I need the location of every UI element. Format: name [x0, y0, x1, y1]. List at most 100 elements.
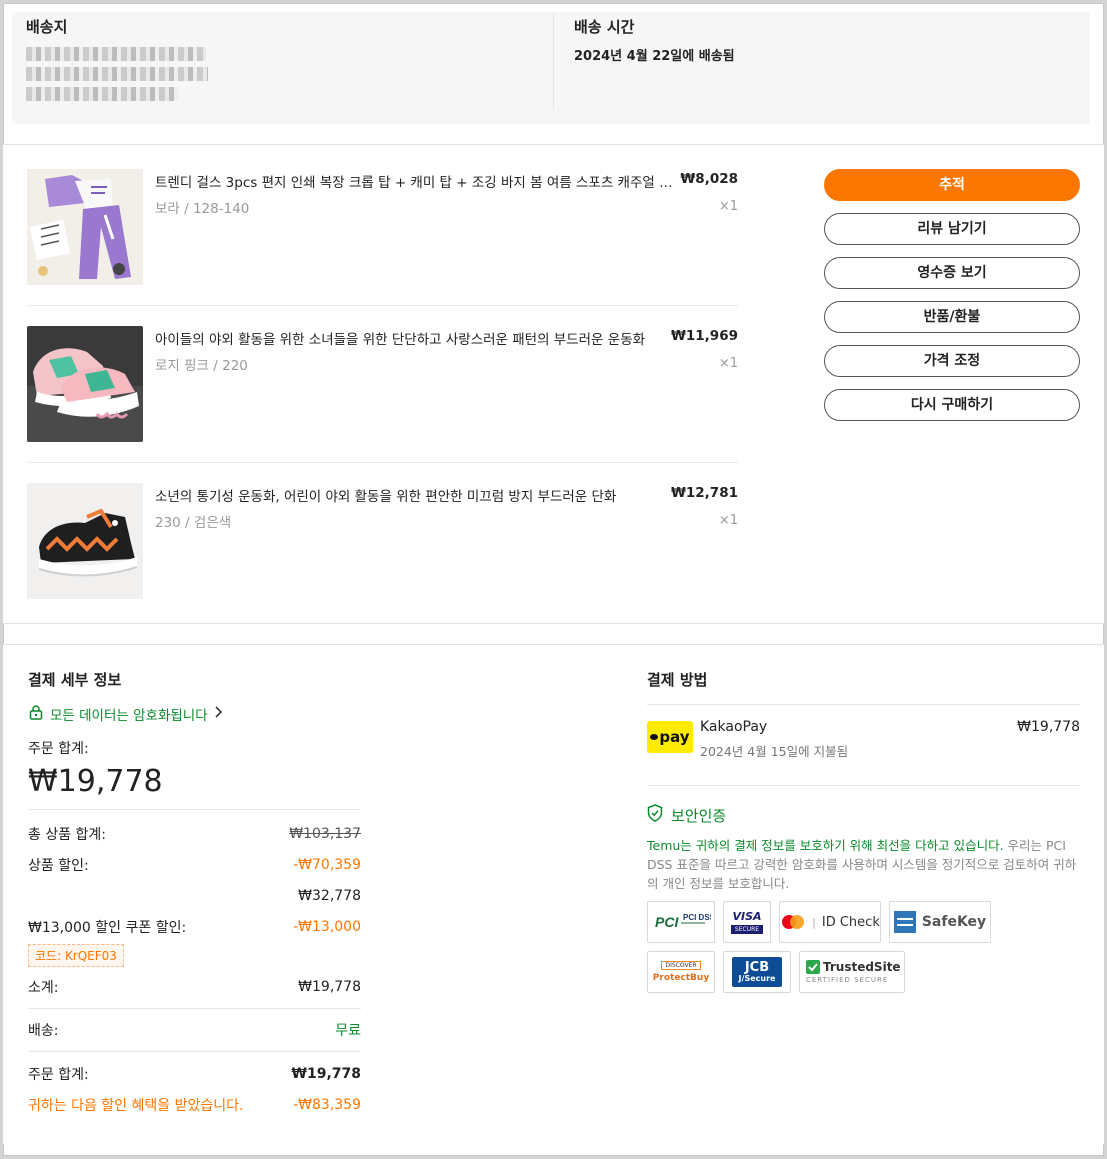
discover-protectbuy-logo: DISCOVER ProtectBuy: [647, 951, 715, 993]
visa-secure-logo: VISA SECURE: [723, 901, 771, 943]
coupon-label: ₩13,000 할인 쿠폰 할인:: [28, 919, 187, 936]
payment-section: 결제 세부 정보 모든 데이터는 암호화됩니다 주문 합계: ₩19,778 총…: [3, 644, 1104, 1144]
payment-method-name: KakaoPay: [700, 719, 768, 735]
payment-details: 결제 세부 정보 모든 데이터는 암호화됩니다 주문 합계: ₩19,778 총…: [28, 669, 361, 1120]
address-line-redacted: [26, 87, 178, 101]
discount-label: 상품 할인:: [28, 857, 89, 874]
savings-value: -₩83,359: [293, 1096, 361, 1113]
trustedsite-logo: TrustedSite CERTIFIED SECURE: [799, 951, 905, 993]
svg-text:PCI: PCI: [655, 914, 679, 930]
item-variant: 보라 / 128-140: [155, 201, 250, 217]
jcb-text: JCB: [744, 960, 770, 975]
final-total-value: ₩19,778: [291, 1065, 361, 1082]
items-total-value: ₩103,137: [289, 825, 361, 842]
pci-dss-logo: PCI PCI DSS: [647, 901, 715, 943]
order-total-amount: ₩19,778: [28, 764, 163, 799]
purple-outfit-image[interactable]: [27, 169, 143, 285]
divider: [553, 12, 554, 110]
shipping-time: 배송 시간 2024년 4월 22일에 배송됨: [574, 16, 735, 64]
amex-safekey-logo: SafeKey: [889, 901, 991, 943]
item-price: ₩11,969: [671, 328, 738, 344]
shield-check-icon: [647, 804, 663, 826]
coupon-row: ₩13,000 할인 쿠폰 할인: -₩13,000: [28, 911, 361, 942]
security-description: Temu는 귀하의 결제 정보를 보호하기 위해 최선을 다하고 있습니다. 우…: [647, 836, 1080, 893]
shipping-info: 배송지 배송 시간 2024년 4월 22일에 배송됨: [12, 12, 1090, 124]
security-cert-title: 보안인증: [647, 804, 1080, 826]
pink-sneakers-image[interactable]: [27, 326, 143, 442]
divider: [27, 305, 738, 306]
discount-value: -₩70,359: [293, 856, 361, 873]
after-discount-row: ₩32,778: [28, 880, 361, 911]
items-total-row: 총 상품 합계: ₩103,137: [28, 818, 361, 849]
order-item[interactable]: 소년의 통기성 운동화, 어린이 야외 활동을 위한 편안한 미끄럼 방지 부드…: [27, 483, 738, 641]
track-button[interactable]: 추적: [824, 169, 1080, 201]
idcheck-text: ID Check: [821, 914, 880, 930]
payment-method-title: 결제 방법: [647, 671, 708, 689]
order-actions: 추적 리뷰 남기기 영수증 보기 반품/환불 가격 조정 다시 구매하기: [824, 169, 1080, 433]
time-title: 배송 시간: [574, 18, 635, 36]
item-price: ₩8,028: [680, 171, 738, 187]
review-button[interactable]: 리뷰 남기기: [824, 213, 1080, 245]
item-quantity: ×1: [718, 356, 738, 371]
divider: [28, 1051, 361, 1052]
items-total-label: 총 상품 합계:: [28, 826, 107, 843]
divider: [28, 809, 361, 810]
address-line-redacted: [26, 47, 206, 61]
buy-again-button[interactable]: 다시 구매하기: [824, 389, 1080, 421]
mastercard-idcheck-logo: | ID Check: [779, 901, 881, 943]
address-line-redacted: [26, 67, 208, 81]
return-refund-button[interactable]: 반품/환불: [824, 301, 1080, 333]
shipping-row: 배송: 무료: [28, 1009, 361, 1051]
shipping-value: 무료: [335, 1023, 361, 1039]
discover-text: DISCOVER: [661, 961, 701, 970]
savings-row: 귀하는 다음 할인 혜택을 받았습니다. -₩83,359: [28, 1089, 361, 1120]
item-title[interactable]: 아이들의 야외 활동을 위한 소녀들을 위한 단단하고 사랑스러운 패턴의 부드…: [155, 328, 677, 348]
divider: [27, 462, 738, 463]
protectbuy-text: ProtectBuy: [652, 973, 710, 983]
price-adjust-button[interactable]: 가격 조정: [824, 345, 1080, 377]
order-total-label: 주문 합계:: [28, 741, 89, 757]
visa-text: VISA: [732, 910, 762, 923]
order-items: 트렌디 걸스 3pcs 편지 인쇄 복장 크롭 탑 + 캐미 탑 + 조깅 바지…: [3, 144, 1104, 624]
item-title[interactable]: 소년의 통기성 운동화, 어린이 야외 활동을 위한 편안한 미끄럼 방지 부드…: [155, 485, 677, 505]
item-variant: 230 / 검은색: [155, 515, 232, 531]
shipping-address: 배송지: [26, 16, 546, 101]
subtotal-label: 소계:: [28, 979, 59, 996]
jsecure-text: J/Secure: [738, 974, 776, 983]
item-quantity: ×1: [718, 199, 738, 214]
subtotal-row: 소계: ₩19,778: [28, 971, 361, 1002]
speech-bubble-icon: [650, 734, 659, 740]
item-title[interactable]: 트렌디 걸스 3pcs 편지 인쇄 복장 크롭 탑 + 캐미 탑 + 조깅 바지…: [155, 171, 677, 191]
black-orange-sneaker-image[interactable]: [27, 483, 143, 599]
item-quantity: ×1: [718, 513, 738, 528]
visa-secure-text: SECURE: [730, 925, 764, 934]
view-receipt-button[interactable]: 영수증 보기: [824, 257, 1080, 289]
certified-secure-text: CERTIFIED SECURE: [806, 976, 889, 984]
order-item[interactable]: 아이들의 야외 활동을 위한 소녀들을 위한 단단하고 사랑스러운 패턴의 부드…: [27, 326, 738, 484]
savings-label: 귀하는 다음 할인 혜택을 받았습니다.: [28, 1097, 244, 1114]
coupon-code-badge: 코드: KrQEF03: [28, 944, 124, 967]
subtotal-value: ₩19,778: [298, 978, 361, 995]
payment-date: 2024년 4월 15일에 지불됨: [700, 744, 849, 759]
kakaopay-logo: pay: [647, 721, 693, 753]
safekey-text: SafeKey: [921, 914, 987, 930]
delivered-text: 2024년 4월 22일에 배송됨: [574, 49, 735, 64]
chevron-right-icon: [214, 706, 222, 722]
encryption-text: 모든 데이터는 암호화됩니다: [50, 708, 208, 724]
order-item[interactable]: 트렌디 걸스 3pcs 편지 인쇄 복장 크롭 탑 + 캐미 탑 + 조깅 바지…: [27, 169, 738, 327]
final-total-label: 주문 합계:: [28, 1066, 89, 1083]
address-title: 배송지: [26, 18, 68, 36]
pci-dss-text: PCI DSS: [683, 913, 711, 922]
payment-method: 결제 방법 pay KakaoPay 2024년 4월 15일에 지불됨 ₩19…: [647, 669, 1080, 993]
discount-row: 상품 할인: -₩70,359: [28, 849, 361, 880]
lock-icon: [28, 704, 44, 724]
coupon-value: -₩13,000: [293, 918, 361, 935]
security-logos: PCI PCI DSS VISA SECURE | ID Check SafeKe…: [647, 901, 1007, 993]
item-variant: 로지 핑크 / 220: [155, 358, 248, 374]
after-discount-value: ₩32,778: [298, 887, 361, 904]
payment-method-card: pay KakaoPay 2024년 4월 15일에 지불됨 ₩19,778: [647, 704, 1080, 786]
security-cert-label: 보안인증: [671, 806, 727, 825]
encryption-link[interactable]: 모든 데이터는 암호화됩니다: [28, 704, 361, 724]
item-price: ₩12,781: [671, 485, 738, 501]
trustedsite-text: TrustedSite: [823, 960, 901, 974]
